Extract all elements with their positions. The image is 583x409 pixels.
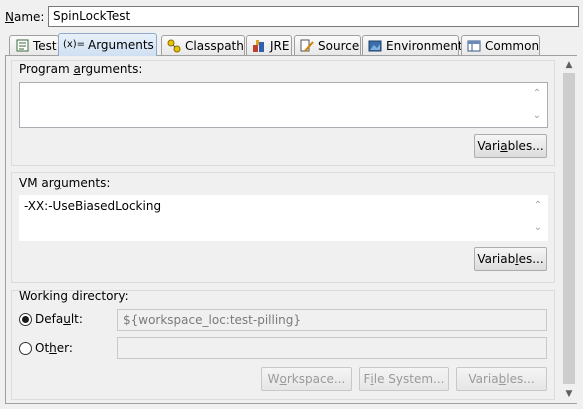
other-radio-option[interactable]: Other: <box>19 341 73 355</box>
scrollbar-thumb[interactable] <box>563 73 575 384</box>
vm-arguments-value: -XX:-UseBiasedLocking <box>24 199 162 213</box>
working-directory-title: Working directory: <box>19 289 129 303</box>
program-arguments-variables-button[interactable]: Vari a bles... <box>474 134 547 158</box>
program-arguments-input[interactable]: ⌃ ⌄ <box>19 82 548 128</box>
test-icon <box>15 39 29 53</box>
tab-classpath-label: Classpath <box>185 38 244 53</box>
tab-test-label: Test <box>33 38 57 53</box>
tab-jre[interactable]: JRE <box>246 35 292 55</box>
tab-environment[interactable]: Environment <box>362 35 463 55</box>
arguments-icon: (x)= <box>62 39 86 50</box>
program-arguments-title: Program arguments: <box>19 62 143 76</box>
tab-arguments-label: Arguments <box>88 38 154 52</box>
tab-source-label: Source <box>318 38 360 53</box>
workspace-button[interactable]: Wo rkspace... <box>261 367 352 391</box>
tab-environment-label: Environment <box>386 38 463 53</box>
scroll-down-icon[interactable]: ⌄ <box>532 223 544 233</box>
default-radio-label: Default: <box>35 312 83 326</box>
file-system-button[interactable]: Fi le System... <box>359 367 449 391</box>
tab-jre-label: JRE <box>270 38 290 53</box>
common-icon <box>467 39 481 53</box>
scroll-up-icon[interactable]: ⌃ <box>532 201 544 211</box>
scroll-down-icon[interactable]: ⌄ <box>531 111 543 121</box>
tab-common-label: Common <box>485 38 540 53</box>
other-radio[interactable] <box>19 341 32 355</box>
default-radio-option[interactable]: Default: <box>19 312 83 326</box>
vm-arguments-title: VM arguments: <box>19 176 111 190</box>
vm-arguments-variables-button[interactable]: Variab l es... <box>474 247 547 271</box>
scroll-down-arrow-icon[interactable]: ▼ <box>561 386 577 402</box>
source-icon <box>300 39 314 53</box>
tab-source[interactable]: Source <box>294 35 361 55</box>
scroll-up-icon[interactable]: ⌃ <box>531 89 543 99</box>
other-directory-field <box>117 337 547 359</box>
default-directory-field: ${workspace_loc:test-pilling} <box>117 309 547 331</box>
name-field[interactable]: SpinLockTest <box>48 6 579 27</box>
classpath-icon <box>167 39 181 53</box>
vm-arguments-input[interactable]: -XX:-UseBiasedLocking ⌃ ⌄ <box>19 195 548 241</box>
name-label: Name: <box>5 10 45 24</box>
environment-icon <box>368 39 382 53</box>
scroll-up-arrow-icon[interactable]: ▲ <box>561 57 577 73</box>
other-radio-label: Other: <box>35 341 73 355</box>
tab-test[interactable]: Test <box>9 35 59 55</box>
tab-arguments[interactable]: (x)= Arguments <box>58 33 157 56</box>
default-radio[interactable] <box>19 312 32 326</box>
jre-icon <box>252 39 266 53</box>
tab-common[interactable]: Common <box>461 35 540 55</box>
tab-classpath[interactable]: Classpath <box>161 35 245 55</box>
working-directory-variables-button[interactable]: Varia b les... <box>456 367 547 391</box>
